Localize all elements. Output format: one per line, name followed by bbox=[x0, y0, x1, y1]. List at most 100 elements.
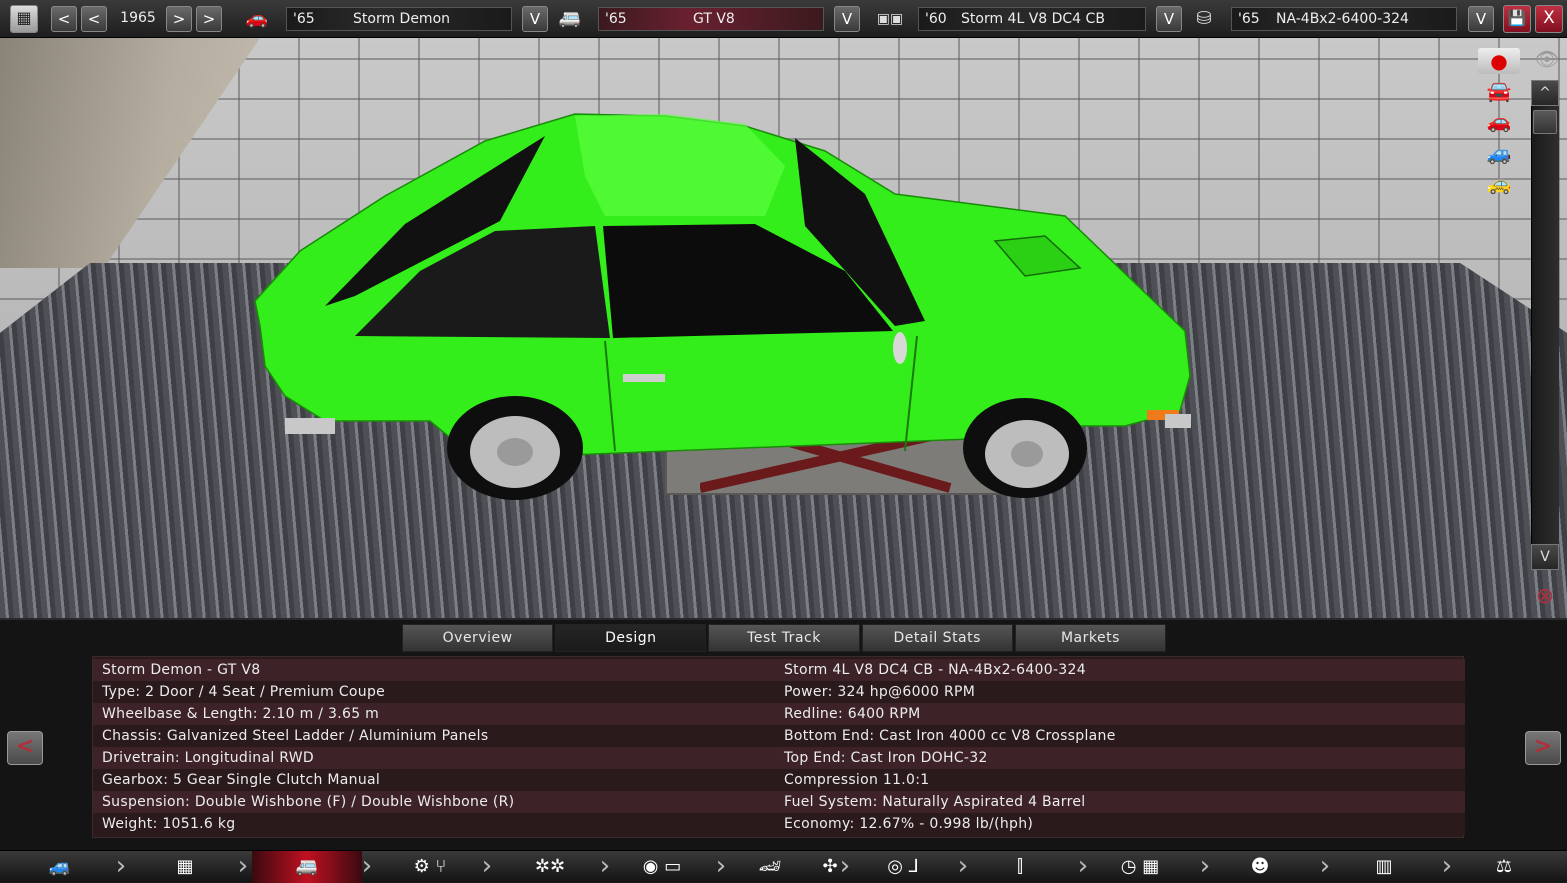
next-page-button[interactable]: > bbox=[1525, 731, 1561, 765]
chevron-right-icon: › bbox=[839, 851, 851, 881]
brakes-icon[interactable]: ◉ ▭ bbox=[622, 851, 702, 883]
year-prev-button[interactable]: < bbox=[81, 6, 107, 32]
model-year: '65 bbox=[293, 11, 315, 27]
tab-overview[interactable]: Overview bbox=[402, 624, 554, 652]
body-icon[interactable]: 🚐 bbox=[252, 851, 362, 883]
engine-summary-title: Storm 4L V8 DC4 CB - NA-4Bx2-6400-324 bbox=[784, 662, 1086, 678]
model-field[interactable]: '65 Storm Demon bbox=[286, 7, 512, 31]
car-icon[interactable]: 🚙 bbox=[30, 851, 90, 883]
engine-bottom-end: Bottom End: Cast Iron 4000 cc V8 Crosspl… bbox=[784, 728, 1116, 744]
engine-compression: Compression 11.0:1 bbox=[784, 772, 930, 788]
view-front-icon[interactable]: 🚘 bbox=[1478, 80, 1520, 102]
engine-family-name: Storm 4L V8 DC4 CB bbox=[961, 11, 1105, 27]
engine-economy: Economy: 12.67% - 0.998 lb/(hph) bbox=[784, 816, 1034, 832]
engine-power: Power: 324 hp@6000 RPM bbox=[784, 684, 976, 700]
design-stage-bar: 🚙 › ▦ › 🚐 › ⚙ ⑂ › ✲✲ › ◉ ▭ › 🏎 ✣ › ◎ ⅃ ›… bbox=[0, 850, 1567, 883]
chevron-right-icon: › bbox=[481, 851, 493, 881]
year-next-button[interactable]: > bbox=[166, 6, 192, 32]
engine-variant-field[interactable]: '65 NA-4Bx2-6400-324 bbox=[1231, 7, 1457, 31]
engine-top-end: Top End: Cast Iron DOHC-32 bbox=[784, 750, 988, 766]
visibility-eye-icon[interactable]: 👁 bbox=[1530, 48, 1564, 70]
chevron-right-icon: › bbox=[599, 851, 611, 881]
close-button[interactable]: X bbox=[1535, 5, 1563, 33]
reset-view-icon[interactable]: ⊗ bbox=[1526, 586, 1564, 608]
engineer-icon[interactable]: ☻ bbox=[1232, 851, 1288, 883]
engine-variant-dropdown-button[interactable]: V bbox=[1468, 6, 1494, 32]
model-car-icon: 🚗 bbox=[245, 8, 269, 29]
chevron-right-icon: › bbox=[1199, 851, 1211, 881]
trim-field[interactable]: '65 GT V8 bbox=[598, 7, 824, 31]
chassis-icon[interactable]: ▦ bbox=[150, 851, 220, 883]
chevron-right-icon: › bbox=[237, 851, 249, 881]
engine-variant-icon: ⛁ bbox=[1196, 8, 1212, 29]
top-toolbar: ▦ < < 1965 > > 🚗 '65 Storm Demon V 🚐 '65… bbox=[0, 0, 1567, 38]
engine-variant-name: NA-4Bx2-6400-324 bbox=[1276, 11, 1409, 27]
engine-family-year: '60 bbox=[925, 11, 947, 27]
gearbox-icon[interactable]: ⚙ ⑂ bbox=[390, 851, 470, 883]
engine-block-icon: ▣▣ bbox=[876, 11, 904, 27]
year-display: 1965 bbox=[120, 10, 156, 26]
trim-van-icon: 🚐 bbox=[558, 8, 582, 29]
car-drivetrain: Drivetrain: Longitudinal RWD bbox=[102, 750, 314, 766]
info-row: Suspension: Double Wishbone (F) / Double… bbox=[93, 791, 1465, 813]
chevron-right-icon: › bbox=[957, 851, 969, 881]
year-prev-fast-button[interactable]: < bbox=[51, 6, 77, 32]
info-row: Wheelbase & Length: 2.10 m / 3.65 m Redl… bbox=[93, 703, 1465, 725]
car-chassis: Chassis: Galvanized Steel Ladder / Alumi… bbox=[102, 728, 489, 744]
car-dimensions: Wheelbase & Length: 2.10 m / 3.65 m bbox=[102, 706, 380, 722]
info-row: Gearbox: 5 Gear Single Clutch Manual Com… bbox=[93, 769, 1465, 791]
trim-dropdown-button[interactable]: V bbox=[834, 6, 860, 32]
chevron-right-icon: › bbox=[361, 851, 373, 881]
chevron-right-icon: › bbox=[115, 851, 127, 881]
engine-family-field[interactable]: '60 Storm 4L V8 DC4 CB bbox=[918, 7, 1146, 31]
info-row: Storm Demon - GT V8 Storm 4L V8 DC4 CB -… bbox=[93, 659, 1465, 681]
car-summary-title: Storm Demon - GT V8 bbox=[102, 662, 261, 678]
tab-design[interactable]: Design bbox=[555, 624, 707, 652]
balance-icon[interactable]: ⚖ bbox=[1472, 851, 1536, 883]
fixtures-icon[interactable]: ⫿ bbox=[990, 851, 1050, 883]
car-3d-viewport[interactable]: ● 🚘 🚗 🚙 🚕 👁 ^ V ⊗ bbox=[0, 38, 1567, 618]
info-tabs: Overview Design Test Track Detail Stats … bbox=[402, 624, 1167, 652]
calendar-icon[interactable]: ▦ bbox=[10, 5, 38, 33]
car-suspension: Suspension: Double Wishbone (F) / Double… bbox=[102, 794, 515, 810]
car-type: Type: 2 Door / 4 Seat / Premium Coupe bbox=[102, 684, 386, 700]
wheels-icon[interactable]: ✲✲ bbox=[510, 851, 590, 883]
car-gearbox: Gearbox: 5 Gear Single Clutch Manual bbox=[102, 772, 381, 788]
car-weight: Weight: 1051.6 kg bbox=[102, 816, 236, 832]
chevron-right-icon: › bbox=[1441, 851, 1453, 881]
car-design-icon[interactable]: 🏎 bbox=[730, 851, 810, 883]
car-model[interactable] bbox=[245, 76, 1225, 506]
zoom-scroll-thumb[interactable] bbox=[1533, 110, 1557, 134]
tab-test-track[interactable]: Test Track bbox=[708, 624, 860, 652]
screenshot-camera-icon[interactable]: ● bbox=[1478, 48, 1520, 74]
engine-redline: Redline: 6400 RPM bbox=[784, 706, 921, 722]
view-rear-icon[interactable]: 🚙 bbox=[1478, 142, 1520, 164]
zoom-down-button[interactable]: V bbox=[1531, 544, 1559, 570]
model-name: Storm Demon bbox=[353, 11, 451, 27]
year-next-fast-button[interactable]: > bbox=[196, 6, 222, 32]
test-track-icon[interactable]: ◷ ▦ bbox=[1100, 851, 1180, 883]
design-summary: Storm Demon - GT V8 Storm 4L V8 DC4 CB -… bbox=[92, 656, 1465, 838]
model-dropdown-button[interactable]: V bbox=[522, 6, 548, 32]
info-row: Chassis: Galvanized Steel Ladder / Alumi… bbox=[93, 725, 1465, 747]
chevron-right-icon: › bbox=[715, 851, 727, 881]
trim-name: GT V8 bbox=[693, 11, 735, 27]
chevron-right-icon: › bbox=[1319, 851, 1331, 881]
engine-family-dropdown-button[interactable]: V bbox=[1156, 6, 1182, 32]
chevron-right-icon: › bbox=[1077, 851, 1089, 881]
view-angle-icon[interactable]: 🚕 bbox=[1478, 172, 1520, 194]
zoom-scroll-track[interactable] bbox=[1531, 104, 1559, 544]
prev-page-button[interactable]: < bbox=[7, 731, 43, 765]
engine-fuel-system: Fuel System: Naturally Aspirated 4 Barre… bbox=[784, 794, 1086, 810]
tab-detail-stats[interactable]: Detail Stats bbox=[861, 624, 1013, 652]
save-icon[interactable]: 💾 bbox=[1503, 5, 1531, 33]
tab-markets[interactable]: Markets bbox=[1014, 624, 1167, 652]
interior-icon[interactable]: ◎ ⅃ bbox=[868, 851, 938, 883]
trim-year: '65 bbox=[605, 11, 627, 27]
view-side-icon[interactable]: 🚗 bbox=[1478, 110, 1520, 132]
zoom-up-button[interactable]: ^ bbox=[1531, 80, 1559, 106]
info-row: Weight: 1051.6 kg Economy: 12.67% - 0.99… bbox=[93, 813, 1465, 835]
factory-icon[interactable]: ▥ bbox=[1352, 851, 1416, 883]
engine-variant-year: '65 bbox=[1238, 11, 1260, 27]
info-row: Type: 2 Door / 4 Seat / Premium Coupe Po… bbox=[93, 681, 1465, 703]
